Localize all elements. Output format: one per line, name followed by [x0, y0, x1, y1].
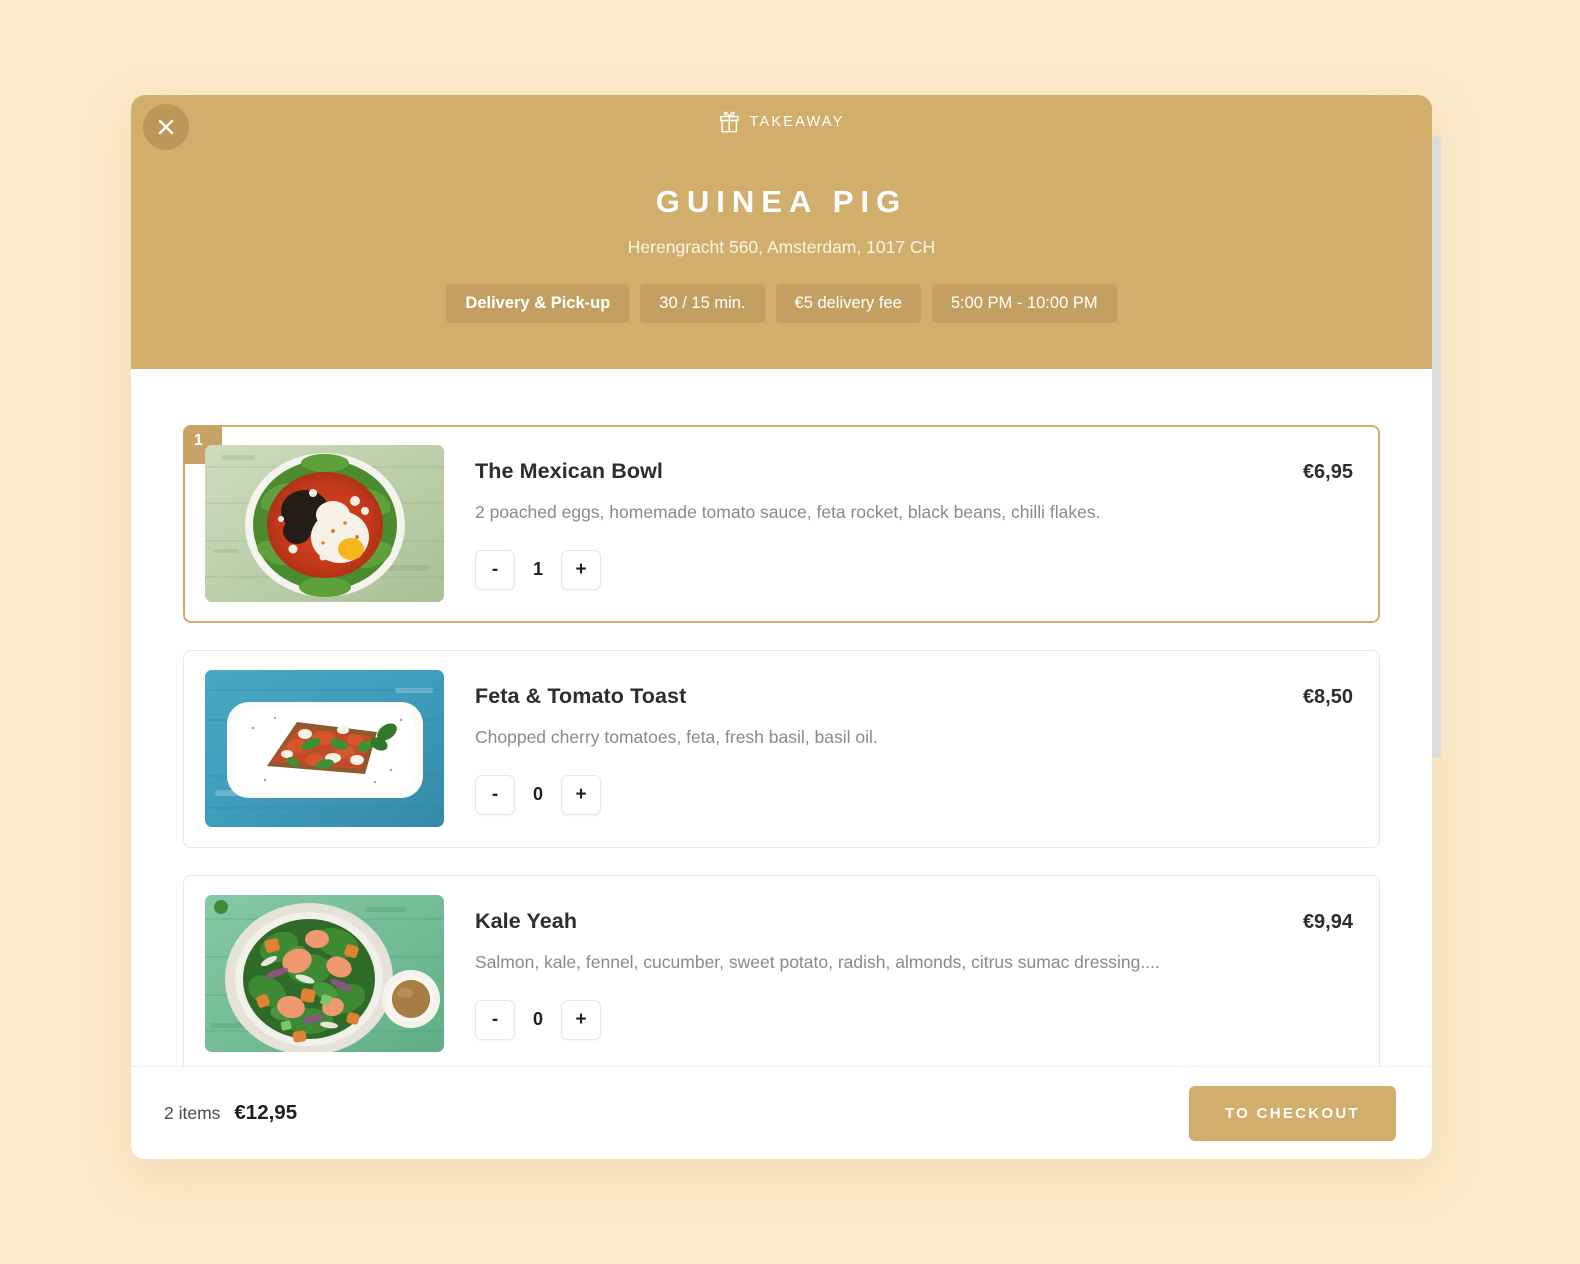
kale-salmon-salad-photo — [205, 895, 444, 1052]
menu-item-details: The Mexican Bowl €6,95 2 poached eggs, h… — [444, 445, 1353, 590]
menu-item-image — [205, 895, 444, 1052]
quantity-value: 0 — [532, 784, 543, 805]
menu-item-description: 2 poached eggs, homemade tomato sauce, f… — [475, 502, 1101, 522]
menu-item-name: Kale Yeah — [475, 909, 578, 933]
menu-item-card[interactable]: Kale Yeah €9,94 Salmon, kale, fennel, cu… — [183, 875, 1380, 1066]
quantity-stepper: - 1 + — [475, 549, 1353, 590]
menu-item-name: The Mexican Bowl — [475, 459, 663, 483]
decrement-button[interactable]: - — [475, 999, 515, 1040]
brand-block: TAKEAWAY — [131, 95, 1432, 133]
menu-item-description: Salmon, kale, fennel, cucumber, sweet po… — [475, 952, 1160, 972]
modal-scrollbar-thumb[interactable] — [1432, 136, 1441, 758]
increment-button[interactable]: + — [561, 999, 601, 1040]
menu-item-description: Chopped cherry tomatoes, feta, fresh bas… — [475, 727, 878, 747]
info-pill-row: Delivery & Pick-up 30 / 15 min. €5 deliv… — [131, 284, 1432, 323]
pill-delivery-fee: €5 delivery fee — [775, 284, 921, 323]
pill-delivery-mode[interactable]: Delivery & Pick-up — [446, 284, 630, 323]
menu-item-image — [205, 670, 444, 827]
mexican-bowl-photo — [205, 445, 444, 602]
restaurant-address: Herengracht 560, Amsterdam, 1017 CH — [627, 237, 936, 257]
menu-item-price: €9,94 — [1302, 911, 1353, 933]
quantity-stepper: - 0 + — [475, 999, 1353, 1040]
increment-button[interactable]: + — [561, 774, 601, 815]
brand-label: TAKEAWAY — [749, 114, 845, 130]
menu-item-details: Feta & Tomato Toast €8,50 Chopped cherry… — [444, 670, 1353, 815]
menu-item-image — [205, 445, 444, 602]
pill-delivery-time: 30 / 15 min. — [640, 284, 765, 323]
close-icon — [158, 119, 174, 135]
cart-summary: 2 items €12,95 — [164, 1101, 297, 1125]
close-button[interactable] — [143, 104, 189, 150]
menu-item-price: €8,50 — [1302, 686, 1353, 708]
feta-tomato-toast-photo — [205, 670, 444, 827]
page-title: GUINEA PIG — [655, 184, 908, 219]
pill-opening-hours: 5:00 PM - 10:00 PM — [931, 284, 1117, 323]
quantity-stepper: - 0 + — [475, 774, 1353, 815]
quantity-value: 1 — [532, 559, 543, 580]
decrement-button[interactable]: - — [475, 549, 515, 590]
menu-item-name: Feta & Tomato Toast — [475, 684, 687, 708]
modal-header: TAKEAWAY GUINEA PIG Herengracht 560, Ams… — [131, 95, 1432, 369]
gift-icon — [719, 111, 739, 133]
cart-item-count: 2 items — [164, 1103, 221, 1123]
takeaway-modal: TAKEAWAY GUINEA PIG Herengracht 560, Ams… — [131, 95, 1432, 1159]
quantity-value: 0 — [532, 1009, 543, 1030]
cart-total-price: €12,95 — [234, 1101, 298, 1124]
menu-item-details: Kale Yeah €9,94 Salmon, kale, fennel, cu… — [444, 895, 1353, 1040]
menu-item-card[interactable]: 1 The Mexican Bowl €6,95 2 poached eggs,… — [183, 425, 1380, 623]
to-checkout-button[interactable]: TO CHECKOUT — [1188, 1085, 1396, 1141]
cart-footer: 2 items €12,95 TO CHECKOUT — [131, 1066, 1432, 1159]
increment-button[interactable]: + — [561, 549, 601, 590]
decrement-button[interactable]: - — [475, 774, 515, 815]
menu-item-price: €6,95 — [1302, 461, 1353, 483]
menu-list[interactable]: 1 The Mexican Bowl €6,95 2 poached eggs,… — [131, 369, 1432, 1066]
menu-item-card[interactable]: Feta & Tomato Toast €8,50 Chopped cherry… — [183, 650, 1380, 848]
